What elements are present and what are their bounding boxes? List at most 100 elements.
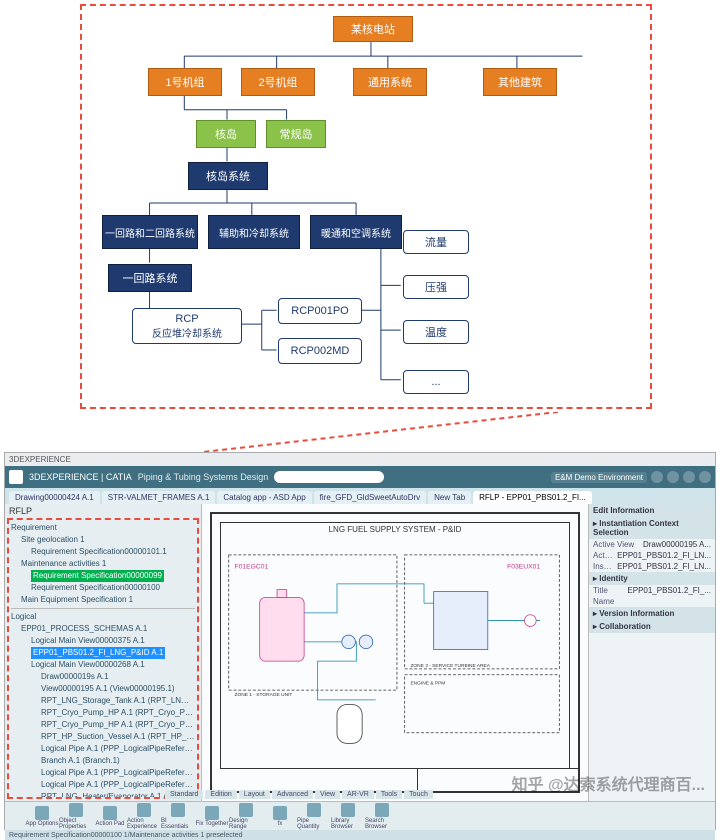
node-param-pressure: 压强 <box>403 275 469 299</box>
node-nuclear-systems: 核岛系统 <box>188 162 268 190</box>
hierarchy-diagram-frame: 某核电站 1号机组 2号机组 通用系统 其他建筑 核岛 常规岛 核岛系统 一回路… <box>80 4 652 409</box>
ribbon-command[interactable]: Library Browser <box>331 803 365 830</box>
tree-item[interactable]: EPP01_PROCESS_SCHEMAS A.1 <box>11 623 195 635</box>
drawing-titleblock <box>417 768 578 791</box>
tree-item[interactable]: Requirement <box>11 522 195 534</box>
ribbon-command[interactable]: Pipe Quantity <box>297 803 331 830</box>
document-tab[interactable]: New Tab <box>428 491 471 504</box>
ribbon-icon <box>137 803 151 817</box>
tree-highlight-frame: RequirementSite geolocation 1Requirement… <box>7 518 199 799</box>
search-input[interactable] <box>274 471 384 483</box>
ribbon-icon <box>103 806 117 820</box>
ribbon-tab[interactable]: View <box>315 790 340 799</box>
diagram-app-link <box>160 412 558 452</box>
drawing-canvas[interactable]: LNG FUEL SUPPLY SYSTEM - P&ID <box>202 504 588 801</box>
tree-item[interactable]: RPT_Cryo_Pump_HP A.1 (RPT_Cryo_Pump_HP.2… <box>11 719 195 731</box>
ribbon-icon <box>69 803 83 817</box>
tree-item[interactable]: Requirement Specification00000101.1 <box>11 546 195 558</box>
ribbon-tab[interactable]: Tools <box>376 790 402 799</box>
ribbon-command[interactable]: Search Browser <box>365 803 399 830</box>
node-rcp001po: RCP001PO <box>278 298 362 324</box>
ribbon-command[interactable]: Action Pad <box>93 803 127 830</box>
node-aux-cooling: 辅助和冷却系统 <box>208 215 300 249</box>
node-rcp: RCP 反应堆冷却系统 <box>132 308 242 344</box>
ribbon-icon <box>341 803 355 817</box>
tree-item[interactable]: EPP01_PBS01.2_FI_LNG_P&ID A.1 <box>11 647 195 659</box>
ribbon-tab[interactable]: Advanced <box>272 790 313 799</box>
ribbon-command[interactable]: Object Properties <box>59 803 93 830</box>
document-tab[interactable]: fire_GFD_GldSweetAutoDrv <box>314 491 426 504</box>
ribbon-tab[interactable]: Edition <box>205 790 236 799</box>
app-window: 3DEXPERIENCE 3DEXPERIENCE | CATIA Piping… <box>4 452 716 830</box>
tree-item[interactable]: Branch A.1 (Branch.1) <box>11 755 195 767</box>
tree-item[interactable]: RPT_LNG_Storage_Tank A.1 (RPT_LNG_Storag… <box>11 695 195 707</box>
ribbon-command[interactable]: fx <box>263 803 297 830</box>
status-text: Requirement Specification00000100 1/Main… <box>9 832 242 839</box>
ribbon-icon <box>239 803 253 817</box>
help-icon[interactable] <box>699 471 711 483</box>
ribbon-tab[interactable]: Touch <box>404 790 433 799</box>
app-topbar: 3DEXPERIENCE | CATIA Piping & Tubing Sys… <box>5 466 715 488</box>
tree-item[interactable]: Requirement Specification00000100 <box>11 582 195 594</box>
tree-item[interactable]: RPT_HP_Suction_Vessel A.1 (RPT_HP_Suctio… <box>11 731 195 743</box>
document-tab-strip: Drawing00000424 A.1STR-VALMET_FRAMES A.1… <box>5 488 715 504</box>
plus-icon[interactable] <box>667 471 679 483</box>
node-primary-secondary: 一回路和二回路系统 <box>102 215 198 249</box>
tree-item[interactable]: Logical Main View00000375 A.1 <box>11 635 195 647</box>
node-nuclear-island: 核岛 <box>196 120 256 148</box>
tree-item[interactable]: RPT_Cryo_Pump_HP A.1 (RPT_Cryo_Pump_HP.1… <box>11 707 195 719</box>
ribbon-icon <box>35 806 49 820</box>
tree-item[interactable]: Logical <box>11 611 195 623</box>
inspector-row: Active ViewDraw00000195 A... <box>589 539 715 550</box>
svg-text:F03EUX01: F03EUX01 <box>507 563 540 570</box>
app-name-label: Piping & Tubing Systems Design <box>138 472 269 482</box>
tree-item[interactable]: Logical Main View00000268 A.1 <box>11 659 195 671</box>
node-rcp002md: RCP002MD <box>278 338 362 364</box>
node-param-flow: 流量 <box>403 230 469 254</box>
drawing-frame: LNG FUEL SUPPLY SYSTEM - P&ID <box>210 512 580 793</box>
tree-item[interactable]: Main Equipment Specification 1 <box>11 594 195 606</box>
environment-chip[interactable]: E&M Demo Environment <box>551 472 647 483</box>
inspector-section[interactable]: ▸ Version Information <box>589 607 715 620</box>
node-other: 其他建筑 <box>483 68 557 96</box>
ribbon-command[interactable]: BI Essentials <box>161 803 195 830</box>
share-icon[interactable] <box>683 471 695 483</box>
drawing-title: LNG FUEL SUPPLY SYSTEM - P&ID <box>221 525 569 534</box>
tree-item[interactable]: Maintenance activities 1 <box>11 558 195 570</box>
document-tab[interactable]: Drawing00000424 A.1 <box>9 491 100 504</box>
ribbon-tab[interactable]: AR-VR <box>342 790 374 799</box>
document-tab[interactable]: RFLP - EPP01_PBS01.2_FI... <box>473 491 592 504</box>
ribbon-tab[interactable]: Layout <box>239 790 270 799</box>
user-icon[interactable] <box>651 471 663 483</box>
tree-item[interactable]: Requirement Specification00000099 <box>11 570 195 582</box>
ds-logo-icon[interactable] <box>9 470 23 484</box>
ribbon-icon <box>375 803 389 817</box>
svg-text:ZONE 3 - SERVICE TURBINE AREA: ZONE 3 - SERVICE TURBINE AREA <box>410 663 490 669</box>
document-tab[interactable]: Catalog app - ASD App <box>217 491 311 504</box>
rcp-desc: 反应堆冷却系统 <box>152 325 222 340</box>
node-root: 某核电站 <box>333 16 413 42</box>
tree-panel: RFLP RequirementSite geolocation 1Requir… <box>5 504 202 801</box>
ribbon-icon <box>171 803 185 817</box>
property-inspector: Edit Information▸ Instantiation Context … <box>588 504 715 801</box>
ribbon-tab[interactable]: Standard <box>165 790 203 799</box>
rflp-tree[interactable]: RequirementSite geolocation 1Requirement… <box>11 522 195 799</box>
window-titlebar: 3DEXPERIENCE <box>5 453 715 466</box>
inspector-section[interactable]: ▸ Collaboration <box>589 620 715 633</box>
tree-item[interactable]: Logical Pipe A.1 (PPP_LogicalPipeReferen… <box>11 767 195 779</box>
inspector-section[interactable]: ▸ Identity <box>589 572 715 585</box>
tree-item[interactable]: Site geolocation 1 <box>11 534 195 546</box>
tree-item[interactable]: Draw0000019s A.1 <box>11 671 195 683</box>
ribbon-command[interactable]: Action Experience <box>127 803 161 830</box>
inspector-section[interactable]: ▸ Instantiation Context Selection <box>589 517 715 539</box>
inspector-header: Edit Information <box>589 504 715 517</box>
document-tab[interactable]: STR-VALMET_FRAMES A.1 <box>102 491 216 504</box>
node-primary-loop: 一回路系统 <box>108 264 192 292</box>
tree-item[interactable]: Logical Pipe A.1 (PPP_LogicalPipeReferen… <box>11 743 195 755</box>
ribbon-command[interactable]: Design Range <box>229 803 263 830</box>
rcp-code: RCP <box>175 313 198 325</box>
ribbon-command[interactable]: App Options <box>25 803 59 830</box>
svg-text:ZONE 1 - STORAGE UNIT: ZONE 1 - STORAGE UNIT <box>235 692 293 698</box>
tree-item[interactable]: View00000195 A.1 (View00000195.1) <box>11 683 195 695</box>
ribbon-command[interactable]: Fix Together <box>195 803 229 830</box>
